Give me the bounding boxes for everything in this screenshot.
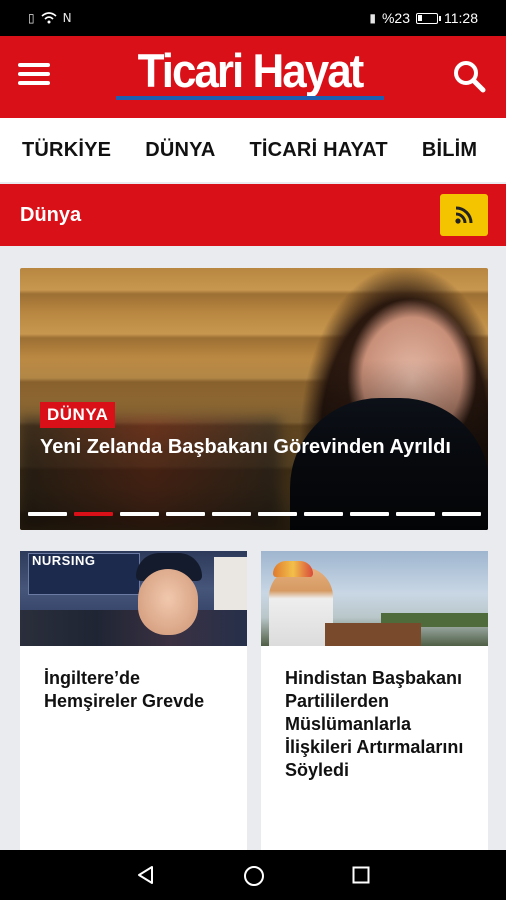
recents-icon[interactable] [352,866,370,884]
person-face [138,569,198,635]
speaker [269,567,333,646]
tab-bilim[interactable]: BİLİM [422,139,477,162]
rss-button[interactable] [440,194,488,236]
tab-dunya[interactable]: DÜNYA [145,139,215,162]
clock: 11:28 [444,10,478,26]
battery-percent: %23 [381,10,410,26]
slider-dot[interactable] [74,512,113,516]
article-card[interactable]: NURSING İngiltere’de Hemşireler Grevde [20,551,247,850]
hero-image-overlay [20,268,488,530]
status-left-icons: ▯ N [28,11,72,25]
back-icon[interactable] [136,865,156,885]
crowd [20,610,247,646]
slider-dot[interactable] [350,512,389,516]
slider-dot[interactable] [442,512,481,516]
section-header: Dünya [0,184,506,246]
article-title[interactable]: İngiltere’de Hemşireler Grevde [44,667,234,713]
slider-dot[interactable] [258,512,297,516]
section-title: Dünya [20,203,82,226]
site-logo[interactable]: Ticari Hayat [114,45,386,104]
battery-icon [416,12,441,24]
sign-text: NURSING [32,553,96,568]
slider-pagination [28,512,481,516]
article-card[interactable]: Hindistan Başbakanı Partililerden Müslüm… [261,551,488,850]
app-header: Ticari Hayat [0,36,506,118]
hamburger-icon[interactable] [18,63,50,89]
status-bar: ▯ N ▮ %23 11:28 [0,0,506,36]
nfc-icon: N [62,11,72,25]
article-thumbnail: NURSING [20,551,247,646]
system-nav-bar [0,850,506,900]
wifi-icon [41,12,57,24]
hero-category-badge: DÜNYA [40,402,116,428]
slider-dot[interactable] [166,512,205,516]
turban [273,561,313,577]
hero-slider[interactable]: DÜNYA Yeni Zelanda Başbakanı Görevinden … [20,268,488,530]
hero-headline[interactable]: Yeni Zelanda Başbakanı Görevinden Ayrıld… [40,434,470,460]
slider-dot[interactable] [212,512,251,516]
article-title[interactable]: Hindistan Başbakanı Partililerden Müslüm… [285,667,475,782]
slider-dot[interactable] [304,512,343,516]
tab-ticari-hayat[interactable]: TİCARİ HAYAT [249,139,387,162]
sim-icon: ▯ [28,11,35,25]
article-thumbnail [261,551,488,646]
rss-icon [455,206,473,224]
tab-turkiye[interactable]: TÜRKİYE [22,139,111,162]
slider-dot[interactable] [396,512,435,516]
vibrate-icon: ▮ [369,11,376,25]
logo-text: Ticari Hayat [137,45,365,98]
search-icon[interactable] [452,59,488,95]
protest-sign-secondary [214,557,247,613]
podium [325,623,421,646]
logo-underline [116,96,384,100]
status-right: ▮ %23 11:28 [369,10,478,26]
home-icon[interactable] [243,865,265,887]
slider-dot[interactable] [120,512,159,516]
category-tabs: TÜRKİYE DÜNYA TİCARİ HAYAT BİLİM [0,118,506,182]
slider-dot[interactable] [28,512,67,516]
